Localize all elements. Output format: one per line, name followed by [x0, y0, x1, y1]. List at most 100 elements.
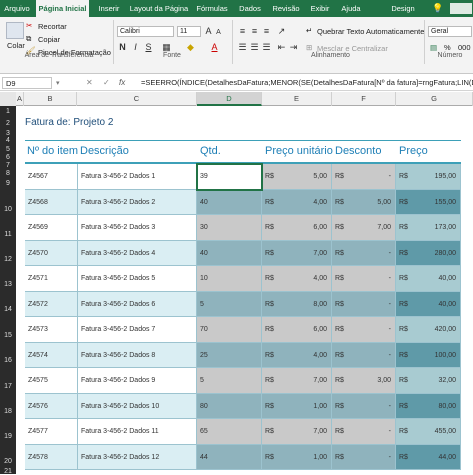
decrease-font-icon[interactable]: A	[214, 27, 223, 38]
tell-me-search-box[interactable]	[450, 3, 472, 14]
column-header-a[interactable]: A	[16, 92, 24, 106]
cell-price[interactable]: R$ 100,00	[396, 342, 461, 368]
cell-discount[interactable]: R$ -	[332, 419, 396, 445]
cell-price[interactable]: R$ 195,00	[396, 164, 461, 190]
cell-price[interactable]: R$ 173,00	[396, 215, 461, 241]
cell-price[interactable]: R$ 40,00	[396, 291, 461, 317]
cell-price[interactable]: R$ 420,00	[396, 317, 461, 343]
font-name-select[interactable]: Calibri	[117, 26, 174, 37]
row-header[interactable]: 11	[0, 231, 16, 238]
name-box-dropdown-icon[interactable]: ▾	[56, 79, 60, 87]
cell-quantity[interactable]: 5	[197, 368, 262, 394]
cell-item-number[interactable]: Z4571	[25, 266, 78, 292]
cell-item-number[interactable]: Z4570	[25, 240, 78, 266]
cell-price[interactable]: R$ 155,00	[396, 189, 461, 215]
lightbulb-icon[interactable]: 💡	[432, 3, 443, 14]
cancel-icon[interactable]: ✕	[86, 78, 93, 87]
cell-price[interactable]: R$ 280,00	[396, 240, 461, 266]
paste-icon[interactable]	[6, 22, 24, 39]
cell-unit-price[interactable]: R$ 1,00	[262, 393, 332, 419]
cell-quantity[interactable]: 5	[197, 291, 262, 317]
row-header[interactable]: 19	[0, 433, 16, 440]
cell-item-number[interactable]: Z4573	[25, 317, 78, 343]
tab-layout-da-pagina[interactable]: Layout da Página	[128, 0, 190, 17]
tab-exibir[interactable]: Exibir	[307, 0, 333, 17]
cell-item-number[interactable]: Z4576	[25, 393, 78, 419]
cell-unit-price[interactable]: R$ 4,00	[262, 266, 332, 292]
cell-unit-price[interactable]: R$ 7,00	[262, 240, 332, 266]
row-header[interactable]: 6	[0, 154, 16, 161]
name-box[interactable]: D9	[2, 77, 52, 89]
number-format-select[interactable]: Geral	[428, 26, 472, 37]
cell-description[interactable]: Fatura 3-456-2 Dados 1	[78, 164, 197, 190]
row-header[interactable]: 4	[0, 137, 16, 144]
cell-item-number[interactable]: Z4574	[25, 342, 78, 368]
cell-description[interactable]: Fatura 3-456-2 Dados 4	[78, 240, 197, 266]
cell-item-number[interactable]: Z4577	[25, 419, 78, 445]
insert-function-button[interactable]: fx	[119, 78, 125, 87]
cell-discount[interactable]: R$ -	[332, 342, 396, 368]
align-top-icon[interactable]: ≡	[238, 26, 247, 37]
cell-description[interactable]: Fatura 3-456-2 Dados 6	[78, 291, 197, 317]
column-header-f[interactable]: F	[332, 92, 396, 106]
cell-description[interactable]: Fatura 3-456-2 Dados 2	[78, 189, 197, 215]
cell-unit-price[interactable]: R$ 7,00	[262, 419, 332, 445]
cell-item-number[interactable]: Z4578	[25, 444, 78, 470]
column-header-d[interactable]: D	[197, 92, 262, 106]
percent-icon[interactable]: %	[444, 43, 451, 52]
cell-description[interactable]: Fatura 3-456-2 Dados 5	[78, 266, 197, 292]
cell-quantity[interactable]: 65	[197, 419, 262, 445]
row-header[interactable]: 10	[0, 206, 16, 213]
cell-unit-price[interactable]: R$ 6,00	[262, 317, 332, 343]
copy-button[interactable]: Copiar	[38, 35, 60, 44]
cell-item-number[interactable]: Z4572	[25, 291, 78, 317]
tab-pagina-inicial[interactable]: Página Inicial	[36, 0, 89, 17]
cell-quantity[interactable]: 70	[197, 317, 262, 343]
row-header[interactable]: 2	[0, 120, 16, 127]
row-header[interactable]: 9	[0, 180, 16, 187]
cell-description[interactable]: Fatura 3-456-2 Dados 11	[78, 419, 197, 445]
cell-discount[interactable]: R$ 7,00	[332, 215, 396, 241]
cell-discount[interactable]: R$ -	[332, 164, 396, 190]
cell-description[interactable]: Fatura 3-456-2 Dados 10	[78, 393, 197, 419]
cell-discount[interactable]: R$ -	[332, 291, 396, 317]
row-header[interactable]: 8	[0, 170, 16, 177]
orientation-icon[interactable]: ↗	[277, 26, 286, 37]
cell-unit-price[interactable]: R$ 4,00	[262, 189, 332, 215]
column-header-b[interactable]: B	[24, 92, 77, 106]
tab-inserir[interactable]: Inserir	[94, 0, 124, 17]
cell-discount[interactable]: R$ -	[332, 393, 396, 419]
cell-unit-price[interactable]: R$ 1,00	[262, 444, 332, 470]
cell-quantity[interactable]: 10	[197, 266, 262, 292]
tab-revisao[interactable]: Revisão	[269, 0, 303, 17]
align-bottom-icon[interactable]: ≡	[262, 26, 271, 37]
cell-discount[interactable]: R$ 5,00	[332, 189, 396, 215]
tab-design[interactable]: Design	[386, 0, 420, 17]
row-header[interactable]: 7	[0, 162, 16, 169]
cell-discount[interactable]: R$ 3,00	[332, 368, 396, 394]
cell-unit-price[interactable]: R$ 6,00	[262, 215, 332, 241]
cell-item-number[interactable]: Z4569	[25, 215, 78, 241]
font-size-select[interactable]: 11	[177, 26, 201, 37]
cell-discount[interactable]: R$ -	[332, 266, 396, 292]
cell-unit-price[interactable]: R$ 4,00	[262, 342, 332, 368]
cell-discount[interactable]: R$ -	[332, 240, 396, 266]
cell-quantity[interactable]: 25	[197, 342, 262, 368]
cell-item-number[interactable]: Z4567	[25, 164, 78, 190]
cell-price[interactable]: R$ 80,00	[396, 393, 461, 419]
tab-ajuda[interactable]: Ajuda	[338, 0, 364, 17]
cell-price[interactable]: R$ 32,00	[396, 368, 461, 394]
cell-unit-price[interactable]: R$ 5,00	[262, 164, 332, 190]
cell-price[interactable]: R$ 455,00	[396, 419, 461, 445]
row-header[interactable]: 15	[0, 332, 16, 339]
row-header[interactable]: 16	[0, 357, 16, 364]
tab-formulas[interactable]: Fórmulas	[194, 0, 230, 17]
row-header[interactable]: 5	[0, 146, 16, 153]
tab-arquivo[interactable]: Arquivo	[2, 0, 32, 17]
enter-icon[interactable]: ✓	[103, 78, 110, 87]
formula-input[interactable]: =SEERRO(ÍNDICE(DetalhesDaFatura;MENOR(SE…	[141, 77, 473, 89]
row-header[interactable]: 3	[0, 130, 16, 137]
cell-description[interactable]: Fatura 3-456-2 Dados 3	[78, 215, 197, 241]
comma-style-icon[interactable]: 000	[458, 43, 471, 52]
cell-quantity[interactable]: 30	[197, 215, 262, 241]
